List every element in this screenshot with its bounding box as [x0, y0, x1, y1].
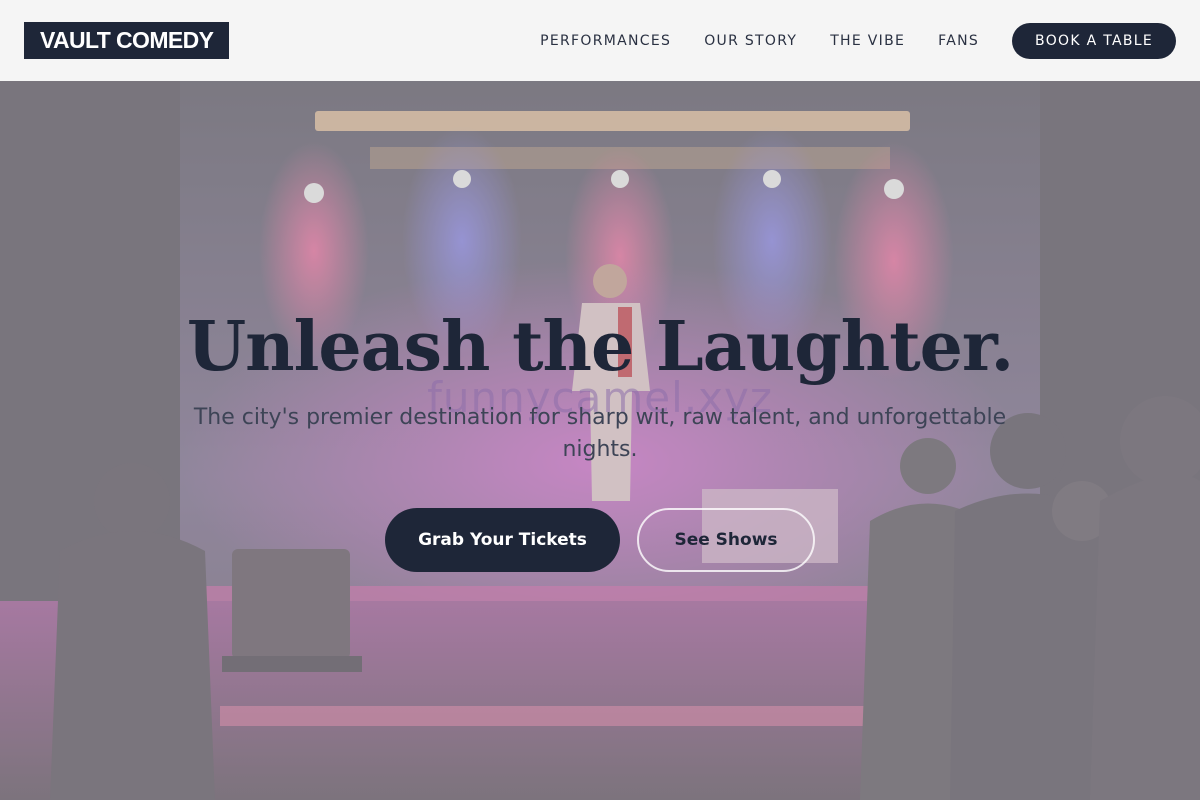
- site-logo[interactable]: VAULT COMEDY: [24, 22, 230, 59]
- nav-our-story[interactable]: OUR STORY: [704, 33, 797, 49]
- see-shows-button[interactable]: See Shows: [637, 508, 815, 572]
- nav-performances[interactable]: PERFORMANCES: [540, 33, 671, 49]
- hero-title: Unleash the Laughter.: [186, 307, 1014, 387]
- hero-cta-group: Grab Your Tickets See Shows: [0, 508, 1200, 572]
- site-header: VAULT COMEDY PERFORMANCES OUR STORY THE …: [0, 0, 1200, 81]
- nav-the-vibe[interactable]: THE VIBE: [830, 33, 905, 49]
- hero-section: funnycamel.xyz Unleash the Laughter. The…: [0, 81, 1200, 800]
- hero-subtitle: The city's premier destination for sharp…: [193, 405, 1007, 462]
- grab-tickets-button[interactable]: Grab Your Tickets: [385, 508, 620, 572]
- book-a-table-button[interactable]: BOOK A TABLE: [1012, 22, 1176, 59]
- nav-fans[interactable]: FANS: [938, 33, 979, 49]
- main-nav: PERFORMANCES OUR STORY THE VIBE FANS BOO…: [540, 22, 1176, 59]
